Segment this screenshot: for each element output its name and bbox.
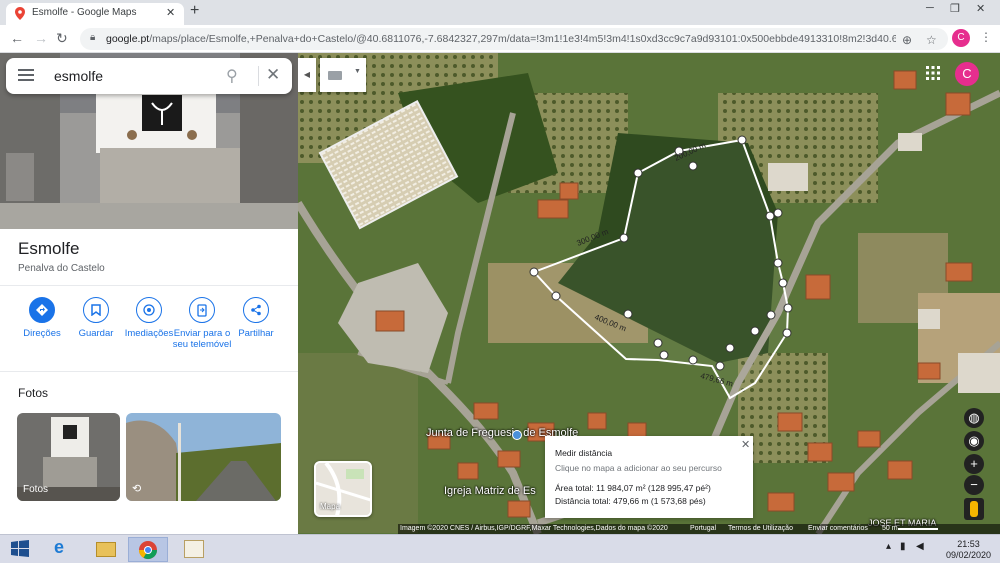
collapse-panel-button[interactable]: ◀	[298, 58, 316, 92]
account-avatar[interactable]: C	[955, 62, 979, 86]
reload-icon[interactable]: ↻	[56, 30, 68, 47]
clear-search-icon[interactable]: ✕	[266, 65, 280, 85]
browser-tab-strip: Esmolfe - Google Maps ✕ + ─ ❐ ✕	[0, 0, 1000, 25]
terms-link[interactable]: Termos de Utilização	[728, 525, 793, 532]
windows-taskbar: e ▴ ▮ ◀︎ 21:53 09/02/2020	[0, 534, 1000, 563]
save-label: Guardar	[78, 328, 114, 339]
tab-close-icon[interactable]: ✕	[166, 6, 175, 19]
tray-arrow-icon[interactable]: ▴	[886, 541, 891, 552]
internet-explorer-icon: e	[54, 537, 65, 557]
map-footer: Imagem ©2020 CNES / Airbus,IGP/DGRF,Maxa…	[398, 524, 1000, 534]
bookmark-icon	[91, 304, 101, 316]
scale-bar	[898, 528, 938, 530]
browser-toolbar: ← → ↻ 🔒︎ google.pt/maps/place/Esmolfe,+P…	[0, 25, 1000, 53]
directions-button[interactable]: Direções	[12, 297, 72, 339]
imagery-credit: Imagem ©2020 CNES / Airbus,IGP/DGRF,Maxa…	[400, 525, 668, 532]
bookmark-star-icon[interactable]: ☆	[926, 33, 937, 47]
send-to-phone-label: Enviar para o seu telemóvel	[172, 328, 232, 350]
chrome-icon	[139, 541, 157, 560]
measure-area: Área total: 11 984,07 m² (128 995,47 pé²…	[555, 483, 711, 493]
internet-explorer-button[interactable]: e	[44, 537, 84, 562]
share-icon	[251, 304, 261, 316]
share-label: Partilhar	[238, 328, 274, 339]
hamburger-menu-icon[interactable]	[18, 68, 34, 82]
phone-icon	[197, 303, 207, 317]
measure-distance-card: ✕ Medir distância Clique no mapa a adici…	[545, 436, 753, 518]
pegman-button[interactable]	[964, 498, 984, 520]
nearby-icon	[143, 304, 155, 316]
maps-pin-icon	[15, 7, 25, 20]
window-close-icon[interactable]: ✕	[976, 2, 985, 15]
url-text: google.pt/maps/place/Esmolfe,+Penalva+do…	[106, 33, 896, 45]
pegman-icon	[970, 501, 978, 517]
photo-thumbnail-street[interactable]: ⟲	[126, 413, 281, 501]
restore-icon[interactable]: ❐	[950, 2, 960, 15]
search-icon[interactable]: ⚲	[226, 66, 238, 86]
paint-taskbar-button[interactable]	[174, 537, 214, 562]
map-type-toggle[interactable]: Mapa	[314, 461, 372, 517]
browser-tab[interactable]: Esmolfe - Google Maps ✕	[6, 3, 184, 25]
windows-logo-icon	[11, 540, 29, 557]
feedback-link[interactable]: Enviar comentários	[808, 525, 868, 532]
street-view-360-icon: ⟲	[132, 483, 142, 495]
photo-caption: Fotos	[23, 484, 49, 495]
tab-title: Esmolfe - Google Maps	[32, 7, 137, 18]
more-menu-icon[interactable]: ⋮	[980, 30, 992, 44]
location-target-icon[interactable]: ⊕	[902, 33, 912, 47]
divider	[258, 66, 259, 86]
forward-arrow-icon[interactable]: →	[34, 30, 48, 46]
share-button[interactable]: Partilhar	[226, 297, 286, 339]
google-apps-icon[interactable]	[926, 66, 940, 80]
globe-icon[interactable]: ◍	[964, 408, 984, 428]
measure-distance: Distância total: 479,66 m (1 573,68 pés)	[555, 496, 706, 506]
profile-avatar[interactable]: C	[952, 29, 970, 47]
search-box[interactable]: esmolfe ⚲ ✕	[6, 58, 292, 94]
back-arrow-icon[interactable]: ←	[10, 30, 24, 46]
network-icon[interactable]: ▮	[900, 541, 906, 552]
chevron-down-icon: ▼	[354, 68, 361, 75]
folder-icon	[96, 542, 116, 557]
minimize-icon[interactable]: ─	[926, 2, 934, 14]
address-bar[interactable]: 🔒︎ google.pt/maps/place/Esmolfe,+Penalva…	[80, 28, 948, 50]
search-input[interactable]: esmolfe	[54, 68, 103, 84]
minimap-label: Mapa	[320, 502, 341, 511]
file-explorer-button[interactable]	[86, 537, 126, 562]
measure-title: Medir distância	[555, 448, 613, 458]
start-button[interactable]	[2, 537, 38, 562]
clock-time: 21:53	[957, 539, 980, 549]
map-label-igreja[interactable]: Igreja Matriz de Es	[444, 485, 536, 497]
street-view-thumbnail	[126, 413, 281, 501]
layers-toggle-button[interactable]: ▼	[320, 58, 366, 92]
volume-icon[interactable]: ◀︎	[916, 541, 924, 552]
new-tab-button[interactable]: +	[190, 2, 199, 20]
place-panel: esmolfe ⚲ ✕ Esmolfe Penalva do Castelo D…	[0, 53, 298, 534]
image-app-icon	[184, 540, 204, 558]
clock-date: 09/02/2020	[946, 550, 992, 560]
nearby-button[interactable]: Imediações	[119, 297, 179, 339]
chrome-taskbar-button[interactable]	[128, 537, 168, 562]
measure-hint: Clique no mapa a adicionar ao seu percur…	[555, 463, 722, 473]
close-icon[interactable]: ✕	[741, 438, 750, 451]
send-to-phone-button[interactable]: Enviar para o seu telemóvel	[172, 297, 232, 350]
poi-marker-icon[interactable]	[512, 430, 522, 440]
country-link[interactable]: Portugal	[690, 525, 716, 532]
divider	[0, 371, 298, 372]
directions-icon	[36, 304, 48, 316]
divider	[0, 285, 298, 286]
save-button[interactable]: Guardar	[66, 297, 126, 339]
photos-heading: Fotos	[18, 386, 49, 400]
zoom-out-button[interactable]: −	[964, 475, 984, 495]
scale-label[interactable]: 50 m	[882, 525, 898, 532]
directions-label: Direções	[23, 328, 61, 339]
layer-icon	[328, 71, 342, 80]
place-region: Penalva do Castelo	[18, 263, 105, 274]
lock-icon: 🔒︎	[90, 32, 96, 43]
my-location-icon[interactable]: ◉	[964, 431, 984, 451]
nearby-label: Imediações	[124, 328, 174, 339]
photo-thumbnail-fotos[interactable]: Fotos	[17, 413, 120, 501]
place-title: Esmolfe	[18, 239, 80, 258]
taskbar-clock[interactable]: 21:53 09/02/2020	[946, 539, 991, 561]
zoom-in-button[interactable]: +	[964, 454, 984, 474]
